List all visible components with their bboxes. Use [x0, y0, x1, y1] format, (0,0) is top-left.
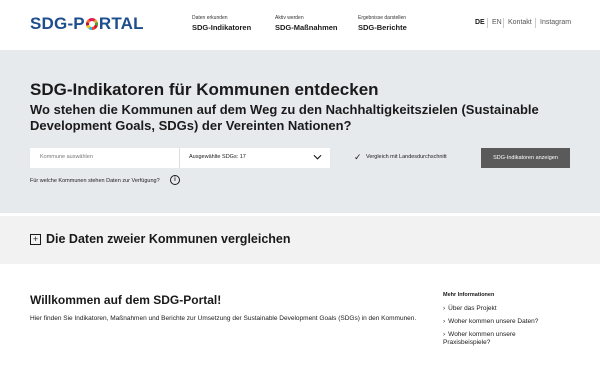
info-icon[interactable]: i [170, 175, 180, 185]
more-link-data[interactable]: › Woher kommen unsere Daten? [443, 318, 563, 326]
lang-de-link[interactable]: DE [475, 19, 485, 26]
divider [487, 18, 488, 28]
sdg-select-value: Ausgewählte SDGs: 17 [189, 154, 246, 160]
instagram-link[interactable]: Instagram [540, 19, 571, 26]
nav-sdg-indikatoren[interactable]: Daten erkunden SDG-Indikatoren [192, 15, 251, 33]
compare-checkbox-label[interactable]: Vergleich mit Landesdurchschnitt [366, 154, 447, 160]
welcome-title: Willkommen auf dem SDG-Portal! [30, 293, 222, 307]
show-indicators-button[interactable]: SDG-Indikatoren anzeigen [481, 148, 570, 168]
nav-caption: Daten erkunden [192, 15, 228, 21]
logo-text-left: SDG-P [30, 14, 85, 33]
logo-text-right: RTAL [98, 14, 144, 33]
sdg-wheel-icon [85, 18, 98, 30]
sdg-select[interactable]: Ausgewählte SDGs: 17 [180, 148, 330, 168]
more-link-project[interactable]: › Über das Projekt [443, 305, 563, 313]
expand-plus-icon[interactable]: + [30, 234, 41, 245]
nav-caption: Aktiv werden [275, 15, 304, 21]
divider [503, 18, 504, 28]
more-link-label: Woher kommen unsere Praxisbeispiele? [443, 331, 516, 346]
nav-label: SDG-Maßnahmen [275, 23, 338, 32]
divider [535, 18, 536, 28]
nav-caption: Ergebnisse darstellen [358, 15, 407, 21]
contact-link[interactable]: Kontakt [508, 19, 532, 26]
nav-label: SDG-Indikatoren [192, 23, 252, 32]
lang-en-link[interactable]: EN [492, 19, 502, 26]
chevron-right-icon: › [443, 305, 446, 312]
nav-label: SDG-Berichte [358, 23, 407, 32]
sdg-portal-logo[interactable]: SDG-P RTAL [30, 14, 144, 34]
more-link-practice[interactable]: › Woher kommen unsere Praxisbeispiele? [443, 331, 563, 347]
more-link-label: Woher kommen unsere Daten? [448, 318, 539, 325]
compare-title[interactable]: Die Daten zweier Kommunen vergleichen [46, 232, 291, 246]
availability-link[interactable]: Für welche Kommunen stehen Daten zur Ver… [30, 178, 160, 184]
nav-sdg-berichte[interactable]: Ergebnisse darstellen SDG-Berichte [358, 15, 407, 33]
chevron-down-icon [313, 154, 322, 160]
commune-select[interactable]: Kommune auswählen [30, 148, 180, 168]
more-link-label: Über das Projekt [448, 305, 497, 312]
chevron-right-icon: › [443, 331, 446, 338]
checkmark-icon[interactable]: ✓ [354, 153, 362, 162]
page-subtitle: Wo stehen die Kommunen auf dem Weg zu de… [30, 102, 539, 133]
nav-sdg-massnahmen[interactable]: Aktiv werden SDG-Maßnahmen [275, 15, 338, 33]
commune-placeholder: Kommune auswählen [40, 154, 93, 160]
intro-text: Hier finden Sie Indikatoren, Maßnahmen u… [30, 315, 417, 322]
more-info-title: Mehr Informationen [443, 292, 495, 298]
chevron-right-icon: › [443, 318, 446, 325]
page-title: SDG-Indikatoren für Kommunen entdecken [30, 80, 379, 99]
site-header: SDG-P RTAL Daten erkunden SDG-Indikatoren… [0, 0, 600, 50]
